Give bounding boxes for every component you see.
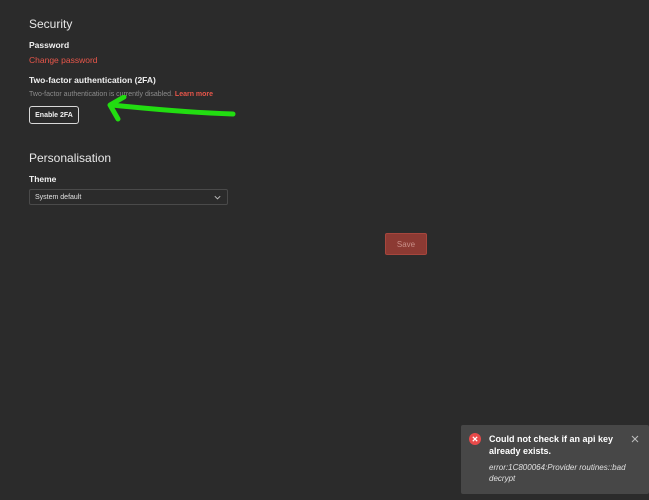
error-toast: Could not check if an api key already ex… (461, 425, 649, 494)
annotation-arrow-icon (107, 95, 236, 122)
close-icon[interactable] (631, 435, 639, 443)
save-button[interactable]: Save (385, 233, 427, 255)
theme-select-value: System default (35, 193, 82, 201)
theme-label: Theme (29, 174, 57, 184)
personalisation-heading: Personalisation (29, 151, 112, 165)
change-password-link[interactable]: Change password (29, 55, 98, 65)
toast-title: Could not check if an api key already ex… (489, 434, 614, 456)
enable-2fa-button[interactable]: Enable 2FA (29, 106, 79, 124)
password-label: Password (29, 40, 70, 50)
error-circle-icon (469, 433, 481, 445)
tfa-label: Two-factor authentication (2FA) (29, 75, 156, 85)
chevron-down-icon (214, 195, 221, 200)
security-heading: Security (29, 17, 73, 31)
theme-select[interactable]: System default (29, 189, 228, 205)
settings-page: Security Password Change password Two-fa… (0, 0, 649, 500)
toast-message: error:1C800064:Provider routines::bad de… (489, 463, 626, 483)
